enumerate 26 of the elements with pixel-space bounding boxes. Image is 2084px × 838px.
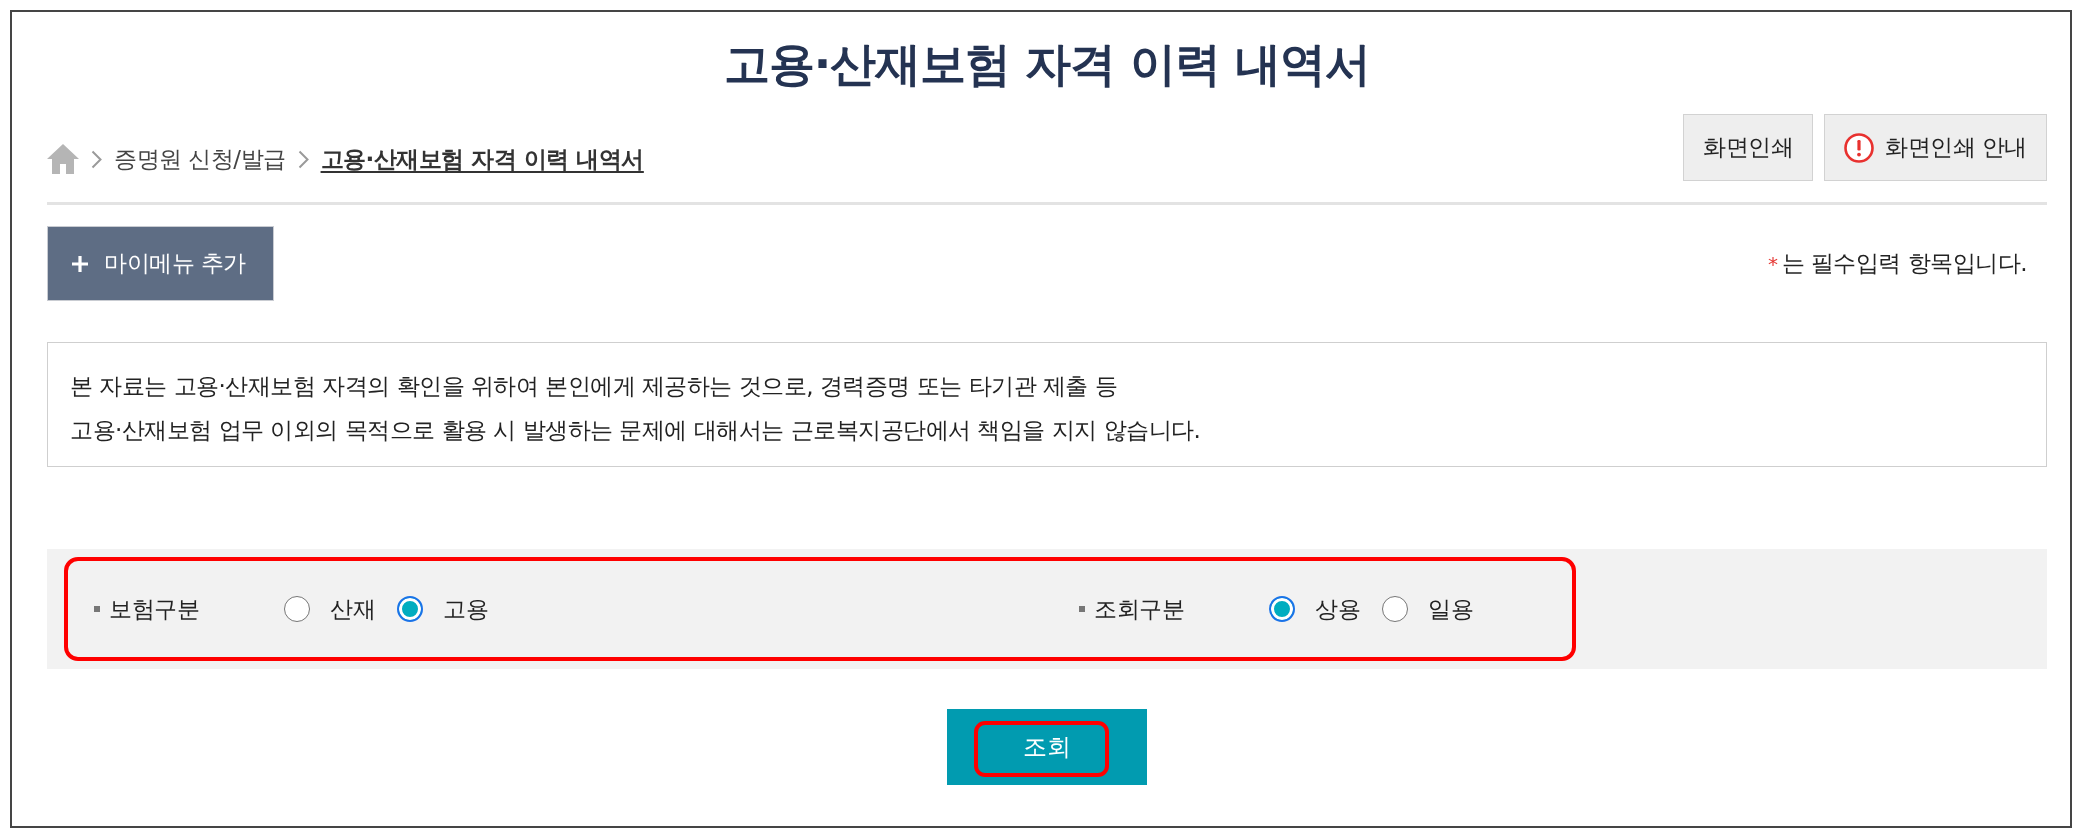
chevron-right-icon (297, 149, 309, 169)
add-mymenu-button[interactable]: 마이메뉴 추가 (47, 226, 274, 301)
filter-label: 조회구분 (1094, 594, 1185, 624)
page-title: 고용·산재보험 자격 이력 내역서 (722, 36, 1372, 91)
radio-label[interactable]: 산재 (330, 593, 375, 625)
chevron-right-icon (91, 149, 102, 169)
radio-label[interactable]: 일용 (1428, 593, 1473, 625)
filter-label: 보험구분 (109, 594, 200, 624)
plus-icon (72, 255, 88, 272)
required-note-text: 는 필수입력 항목입니다. (1781, 249, 2027, 278)
radio-button[interactable] (1382, 596, 1408, 622)
home-icon[interactable] (47, 144, 79, 174)
bullet-icon (94, 606, 100, 612)
breadcrumb-link[interactable]: 고용·산재보험 자격 이력 내역서 (320, 143, 644, 175)
required-mark: * (1768, 251, 1778, 276)
notice-text: 본 자료는 고용·산재보험 자격의 확인을 위하여 본인에게 제공하는 것으로, 경력증명 또는 타기관 제출 등 고용·산재보험 업무 이외의 목적으로 활용 시 발생하는 문제에 대해서는 근로복지공단에서 책임을 지지 않습니다. (70, 372, 1202, 445)
radio-button[interactable] (1269, 596, 1295, 622)
radio-label[interactable]: 상용 (1315, 593, 1360, 625)
radio-label[interactable]: 고용 (443, 593, 488, 625)
print-button[interactable]: 화면인쇄 (1683, 114, 1814, 181)
breadcrumb-link[interactable]: 증명원 신청/발급 (114, 143, 286, 175)
radio-button[interactable] (397, 596, 423, 622)
print-button[interactable]: 화면인쇄 안내 (1824, 114, 2047, 181)
bullet-icon (1079, 606, 1085, 612)
radio-button[interactable] (284, 596, 310, 622)
alert-icon (1844, 132, 1875, 163)
